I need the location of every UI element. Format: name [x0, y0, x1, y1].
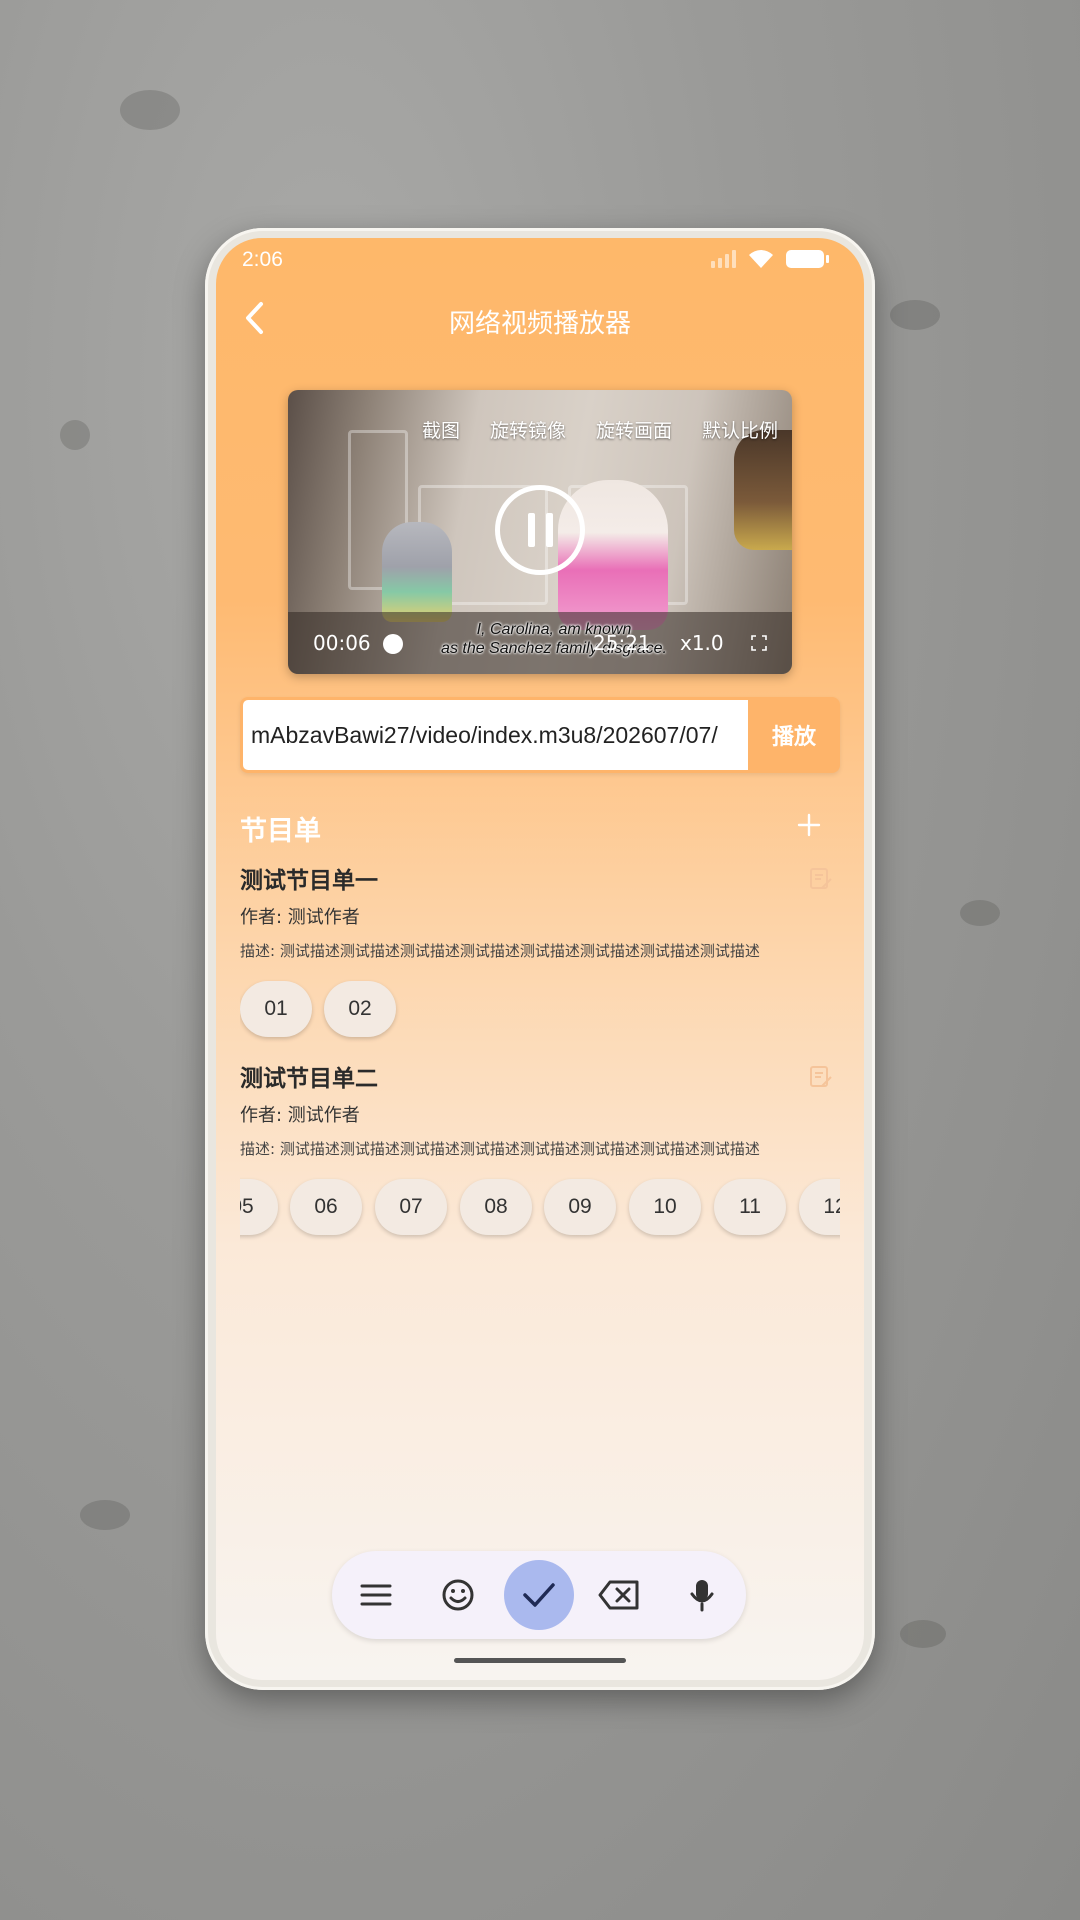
- playlist-author: 作者: 测试作者: [240, 1105, 360, 1126]
- section-title: 节目单: [240, 816, 321, 847]
- playlist-description: 描述: 测试描述测试描述测试描述测试描述测试描述测试描述测试描述测试描述: [240, 1140, 760, 1158]
- play-button[interactable]: 播放: [752, 700, 836, 770]
- episode-button[interactable]: 02: [324, 981, 396, 1037]
- battery-icon: [786, 250, 829, 268]
- done-button[interactable]: [504, 1560, 574, 1630]
- episode-button[interactable]: 12: [799, 1179, 840, 1235]
- pause-button[interactable]: [495, 485, 585, 575]
- edit-icon[interactable]: [808, 1064, 834, 1090]
- wifi-icon: [749, 250, 773, 268]
- episode-button[interactable]: 10: [629, 1179, 701, 1235]
- episode-button[interactable]: 06: [290, 1179, 362, 1235]
- aspect-ratio-button[interactable]: 默认比例: [702, 416, 778, 443]
- playlist-card: 测试节目单二 作者: 测试作者 描述: 测试描述测试描述测试描述测试描述测试描述…: [240, 1060, 840, 1246]
- playlist-author: 作者: 测试作者: [240, 907, 360, 928]
- backspace-button[interactable]: [587, 1563, 651, 1627]
- app-screen: 2:06 网络视频播放器 截图 旋转镜像 旋转画面 默认比例 I, Caroli…: [216, 238, 864, 1680]
- video-control-bar: I, Carolina, am known as the Sanchez fam…: [288, 612, 792, 674]
- video-tools: 截图 旋转镜像 旋转画面 默认比例: [422, 416, 778, 443]
- video-player[interactable]: 截图 旋转镜像 旋转画面 默认比例 I, Carolina, am known …: [288, 390, 792, 674]
- playlist-card: 测试节目单一 作者: 测试作者 描述: 测试描述测试描述测试描述测试描述测试描述…: [240, 862, 840, 1048]
- microphone-icon: [690, 1580, 714, 1612]
- add-icon[interactable]: [794, 810, 824, 840]
- emoji-button[interactable]: [426, 1563, 490, 1627]
- episode-button[interactable]: 07: [375, 1179, 447, 1235]
- total-time: 25:21: [593, 631, 651, 655]
- episode-button[interactable]: 11: [714, 1179, 786, 1235]
- fullscreen-icon[interactable]: [751, 635, 767, 651]
- status-icons: [711, 249, 829, 269]
- emoji-icon: [442, 1579, 474, 1611]
- screenshot-button[interactable]: 截图: [422, 416, 460, 443]
- video-character: [382, 522, 452, 622]
- keyboard-toolbar: [332, 1551, 746, 1639]
- playlist-description: 描述: 测试描述测试描述测试描述测试描述测试描述测试描述测试描述测试描述: [240, 942, 760, 960]
- url-input[interactable]: [243, 700, 748, 770]
- seek-slider[interactable]: [383, 634, 403, 654]
- home-indicator: [454, 1658, 626, 1663]
- signal-icon: [711, 250, 736, 268]
- episode-button[interactable]: 09: [544, 1179, 616, 1235]
- menu-button[interactable]: [344, 1563, 408, 1627]
- url-row: 播放: [240, 697, 840, 773]
- episode-button[interactable]: 01: [240, 981, 312, 1037]
- episode-button[interactable]: 08: [460, 1179, 532, 1235]
- backspace-icon: [598, 1580, 639, 1610]
- page-title: 网络视频播放器: [448, 309, 631, 339]
- mirror-button[interactable]: 旋转镜像: [490, 416, 566, 443]
- speed-button[interactable]: x1.0: [680, 631, 724, 655]
- episode-list: 05 06 07 08 09 10 11 12: [240, 1176, 840, 1246]
- rotate-button[interactable]: 旋转画面: [596, 416, 672, 443]
- current-time: 00:06: [313, 631, 371, 655]
- pause-icon: [527, 513, 535, 547]
- microphone-button[interactable]: [670, 1563, 734, 1627]
- menu-icon: [360, 1584, 392, 1606]
- check-icon: [523, 1583, 555, 1607]
- video-character: [734, 430, 792, 550]
- video-subtitle: I, Carolina, am known as the Sanchez fam…: [441, 621, 667, 657]
- edit-icon[interactable]: [808, 866, 834, 892]
- playlist-name: 测试节目单一: [240, 868, 378, 894]
- status-time: 2:06: [242, 248, 283, 271]
- episode-list: 01 02: [240, 978, 840, 1048]
- episode-button[interactable]: 05: [240, 1179, 278, 1235]
- playlist-name: 测试节目单二: [240, 1066, 378, 1092]
